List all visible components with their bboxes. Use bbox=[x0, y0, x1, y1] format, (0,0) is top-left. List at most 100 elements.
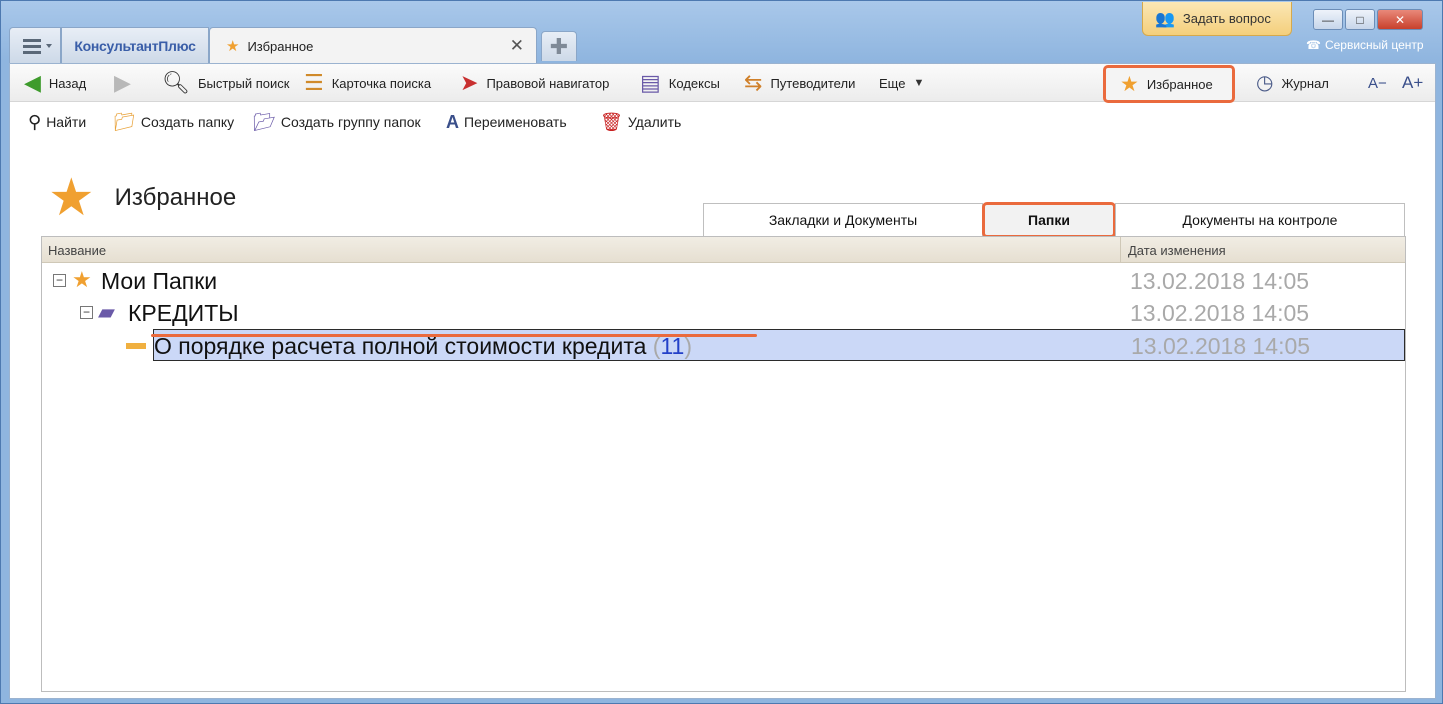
chevron-down-icon: ▼ bbox=[913, 77, 925, 89]
folder-group-add-icon: 📂︎ bbox=[253, 112, 276, 132]
create-folder-label: Создать папку bbox=[140, 114, 235, 130]
table-row[interactable]: − ★ Мои Папки 13.02.2018 14:05 bbox=[42, 265, 1405, 297]
collapse-icon[interactable]: − bbox=[80, 306, 93, 319]
create-folder-button[interactable]: 📁︎ Создать папку bbox=[113, 104, 234, 140]
tab-favorites[interactable]: ★ Избранное ✕ bbox=[209, 27, 537, 64]
rename-label: Переименовать bbox=[464, 114, 567, 130]
row-date: 13.02.2018 14:05 bbox=[1130, 268, 1310, 294]
back-button[interactable]: ◀ Назад bbox=[24, 64, 86, 102]
create-folder-group-button[interactable]: 📂︎ Создать группу папок bbox=[253, 104, 421, 140]
tab-controlled-documents[interactable]: Документы на контроле bbox=[1115, 203, 1405, 236]
action-toolbar: ⚲ Найти 📁︎ Создать папку 📂︎ Создать груп… bbox=[10, 104, 1435, 140]
plus-icon: ✚ bbox=[549, 33, 569, 59]
consultant-icon: 👥 bbox=[1155, 10, 1175, 28]
service-center-link[interactable]: ☎ Сервисный центр bbox=[1306, 38, 1424, 52]
star-icon: ★ bbox=[1120, 72, 1139, 96]
star-icon: ★ bbox=[48, 169, 95, 227]
favorites-button[interactable]: ★ Избранное bbox=[1103, 65, 1235, 103]
close-window-button[interactable]: ✕ bbox=[1377, 9, 1423, 30]
page-title: Избранное bbox=[114, 184, 237, 211]
create-folder-group-label: Создать группу папок bbox=[280, 114, 421, 130]
content-area: ◀ Назад ▶ 🔍︎ Быстрый поиск ☰ Карточка по… bbox=[9, 63, 1436, 699]
arrow-left-icon: ◀ bbox=[24, 70, 41, 95]
main-toolbar: ◀ Назад ▶ 🔍︎ Быстрый поиск ☰ Карточка по… bbox=[10, 64, 1435, 103]
column-date-header[interactable]: Дата изменения bbox=[1128, 243, 1226, 258]
app-window: КонсультантПлюс ★ Избранное ✕ ✚ 👥 Задать… bbox=[0, 0, 1443, 704]
codes-button[interactable]: ▤ Кодексы bbox=[640, 64, 720, 102]
magnifier-icon: 🔍︎ bbox=[162, 70, 190, 95]
rename-button[interactable]: A Переименовать bbox=[446, 104, 567, 140]
folder-add-icon: 📁︎ bbox=[113, 112, 136, 132]
table-row[interactable]: − ▰ КРЕДИТЫ 13.02.2018 14:05 bbox=[42, 297, 1405, 329]
favorites-label: Избранное bbox=[1146, 76, 1213, 92]
table-header: Название Дата изменения bbox=[42, 237, 1405, 263]
row-label: Мои Папки bbox=[101, 268, 218, 294]
font-increase-button[interactable]: A+ bbox=[1402, 64, 1423, 102]
trash-icon: 🗑︎ bbox=[600, 112, 623, 132]
chevron-down-icon bbox=[46, 44, 52, 48]
text-cursor-icon: A bbox=[446, 112, 459, 132]
history-clock-icon: ◷ bbox=[1256, 72, 1274, 94]
tab-label: Документы на контроле bbox=[1182, 212, 1338, 228]
tab-strip: КонсультантПлюс ★ Избранное ✕ ✚ bbox=[9, 27, 609, 64]
view-tabs: Закладки и Документы Папки Документы на … bbox=[703, 202, 1405, 238]
row-label: КРЕДИТЫ bbox=[128, 300, 239, 326]
page-header: ★ Избранное bbox=[48, 169, 237, 227]
quick-search-button[interactable]: 🔍︎ Быстрый поиск bbox=[162, 64, 289, 102]
codes-label: Кодексы bbox=[668, 75, 720, 91]
main-menu-button[interactable] bbox=[9, 27, 61, 63]
guides-label: Путеводители bbox=[770, 75, 856, 91]
close-tab-icon[interactable]: ✕ bbox=[510, 36, 524, 56]
tab-label: Закладки и Документы bbox=[768, 212, 918, 228]
tab-bookmarks-documents[interactable]: Закладки и Документы bbox=[703, 203, 983, 236]
more-button[interactable]: Еще ▼ bbox=[879, 64, 924, 102]
tab-label: Папки bbox=[1028, 212, 1070, 228]
delete-button[interactable]: 🗑︎ Удалить bbox=[600, 104, 681, 140]
back-label: Назад bbox=[48, 75, 87, 91]
compass-icon: ➤ bbox=[460, 70, 479, 95]
row-date: 13.02.2018 14:05 bbox=[1130, 300, 1310, 326]
row-label-wrap: О порядке расчета полной стоимости креди… bbox=[154, 333, 692, 360]
font-increase-label: A+ bbox=[1402, 73, 1424, 92]
folders-table: Название Дата изменения − ★ Мои Папки 13… bbox=[41, 236, 1406, 692]
ask-question-button[interactable]: 👥 Задать вопрос bbox=[1142, 2, 1292, 36]
folder-icon: ▬ bbox=[126, 332, 146, 354]
collapse-icon[interactable]: − bbox=[53, 274, 66, 287]
search-card-button[interactable]: ☰ Карточка поиска bbox=[304, 64, 431, 102]
binoculars-icon: ⚲ bbox=[28, 112, 42, 132]
more-label: Еще bbox=[879, 75, 906, 91]
maximize-icon: □ bbox=[1356, 12, 1364, 27]
font-decrease-label: A− bbox=[1368, 74, 1387, 92]
folder-group-icon: ▰ bbox=[98, 299, 115, 324]
delete-label: Удалить bbox=[627, 114, 682, 130]
maximize-button[interactable]: □ bbox=[1345, 9, 1375, 30]
signpost-icon: ⇆ bbox=[744, 70, 763, 95]
star-icon: ★ bbox=[226, 38, 240, 55]
phone-icon: ☎ bbox=[1306, 38, 1321, 52]
find-label: Найти bbox=[46, 114, 87, 130]
column-name-header[interactable]: Название bbox=[48, 243, 106, 258]
minimize-icon: — bbox=[1322, 12, 1334, 27]
row-date: 13.02.2018 14:05 bbox=[1131, 333, 1311, 359]
window-controls: — □ ✕ bbox=[1311, 9, 1423, 31]
guides-button[interactable]: ⇆ Путеводители bbox=[744, 64, 855, 102]
menu-icon bbox=[23, 39, 41, 57]
column-divider[interactable] bbox=[1120, 237, 1121, 263]
search-card-icon: ☰ bbox=[304, 70, 324, 95]
find-button[interactable]: ⚲ Найти bbox=[28, 104, 86, 140]
quick-search-label: Быстрый поиск bbox=[197, 75, 290, 91]
journal-label: Журнал bbox=[1281, 75, 1329, 91]
minimize-button[interactable]: — bbox=[1313, 9, 1343, 30]
tab-folders[interactable]: Папки bbox=[982, 202, 1116, 238]
brand-tab[interactable]: КонсультантПлюс bbox=[61, 27, 209, 63]
service-center-label: Сервисный центр bbox=[1324, 38, 1424, 52]
forward-button[interactable]: ▶ bbox=[114, 64, 139, 102]
arrow-right-icon: ▶ bbox=[114, 70, 131, 95]
new-tab-button[interactable]: ✚ bbox=[541, 31, 577, 61]
journal-button[interactable]: ◷ Журнал bbox=[1256, 64, 1329, 102]
highlight-underline bbox=[151, 334, 757, 337]
legal-navigator-button[interactable]: ➤ Правовой навигатор bbox=[460, 64, 609, 102]
close-icon: ✕ bbox=[1394, 12, 1406, 27]
font-decrease-button[interactable]: A− bbox=[1368, 64, 1387, 102]
brand-label: КонсультантПлюс bbox=[74, 37, 196, 54]
